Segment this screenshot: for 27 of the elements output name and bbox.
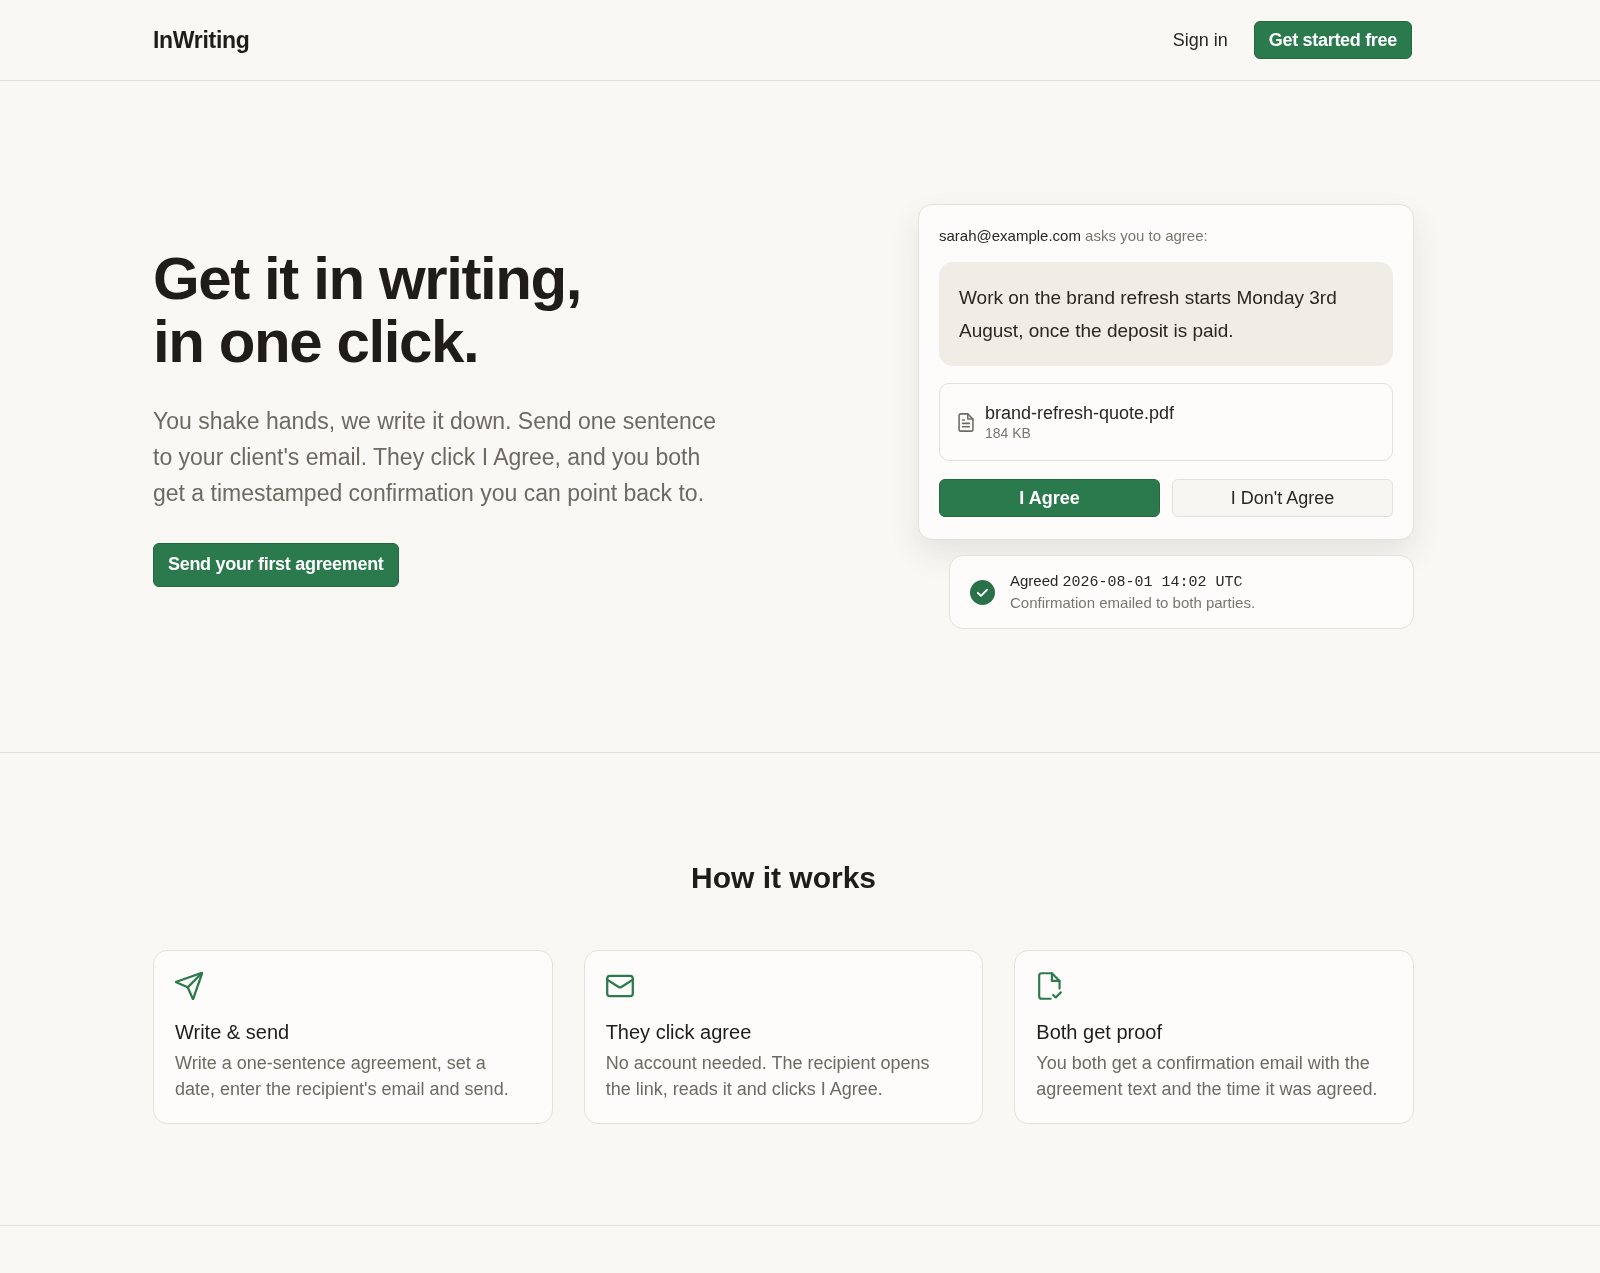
paper-plane-icon bbox=[175, 972, 203, 1000]
step-description: You both get a confirmation email with the agreement text and the time it was agreed. bbox=[1036, 1052, 1379, 1101]
request-line: sarah@example.com asks you to agree: bbox=[939, 226, 1209, 246]
agree-button[interactable]: I Agree bbox=[939, 479, 1160, 517]
decline-button[interactable]: I Don't Agree bbox=[1172, 479, 1393, 517]
step-description: No account needed. The recipient opens the link, reads it and clicks I Agree. bbox=[605, 1052, 931, 1101]
attachment-box[interactable]: brand-refresh-quote.pdf 184 KB bbox=[939, 383, 1393, 461]
step-description: Write a one-sentence agreement, set a date, enter the recipient's email and send. bbox=[175, 1052, 510, 1101]
send-agreement-button[interactable]: Send your first agreement bbox=[153, 542, 399, 587]
get-started-button[interactable]: Get started free bbox=[1253, 21, 1412, 59]
hero-description: You shake hands, we write it down. Send one sentence to your client's email. They click I Agree, and you both get a timestamped confirmation you can point back to. bbox=[153, 406, 718, 508]
section-heading: How it works bbox=[690, 860, 877, 896]
confirmation-note: Confirmation emailed to both parties. bbox=[1010, 593, 1256, 613]
check-circle-icon bbox=[970, 579, 995, 605]
attachment-name: brand-refresh-quote.pdf bbox=[985, 402, 1175, 424]
step-title: Both get proof bbox=[1036, 1020, 1163, 1045]
document-icon bbox=[958, 412, 974, 432]
attachment-size: 184 KB bbox=[985, 424, 1032, 442]
hero-heading: Get it in writing, in one click. bbox=[153, 246, 583, 373]
envelope-icon bbox=[605, 972, 634, 1000]
step-title: They click agree bbox=[605, 1020, 753, 1045]
agreement-statement: Work on the brand refresh starts Monday 3rd August, once the deposit is paid. bbox=[939, 262, 1393, 366]
sign-in-link[interactable]: Sign in bbox=[1172, 29, 1228, 51]
logo-wordmark[interactable]: InWriting bbox=[153, 26, 250, 54]
document-check-icon bbox=[1036, 972, 1065, 1000]
agreed-timestamp: Agreed 2026-08-01 14:02 UTC bbox=[1010, 571, 1244, 593]
step-title: Write & send bbox=[175, 1020, 291, 1045]
